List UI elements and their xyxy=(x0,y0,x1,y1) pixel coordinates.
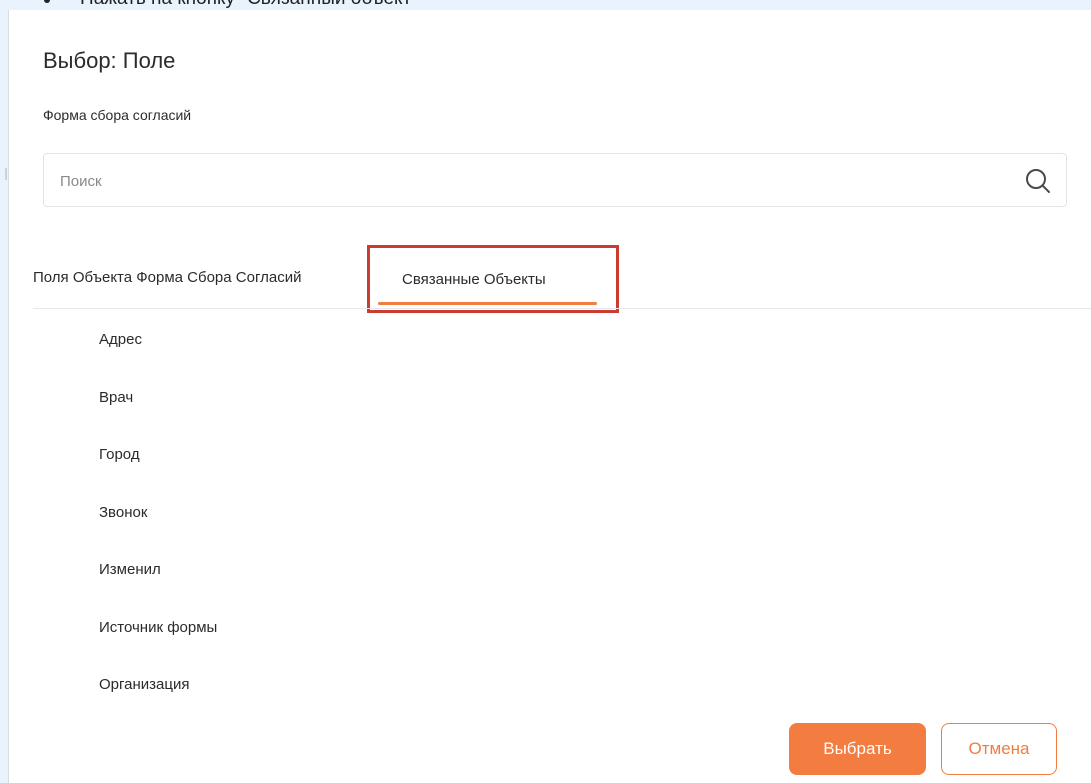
dialog-title: Выбор: Поле xyxy=(43,48,176,73)
list-item[interactable]: Адрес xyxy=(99,328,217,386)
search-box xyxy=(43,153,1067,208)
list-item[interactable]: Звонок xyxy=(99,501,217,559)
search-icon[interactable] xyxy=(1024,167,1052,195)
list-item[interactable]: Изменил xyxy=(99,558,217,616)
select-button[interactable]: Выбрать xyxy=(789,723,926,775)
field-selection-dialog: Выбор: Поле Форма сбора согласий Поля Об… xyxy=(8,10,1091,783)
list-item[interactable]: Организация xyxy=(99,673,217,731)
background-instruction-text: Нажать на кнопку "Связанный объект" xyxy=(80,0,418,10)
related-objects-list: Адрес Врач Город Звонок Изменил Источник… xyxy=(99,328,217,731)
tab-object-fields[interactable]: Поля Объекта Форма Сбора Согласий xyxy=(33,269,301,286)
cancel-button[interactable]: Отмена xyxy=(941,723,1057,775)
list-bullet xyxy=(44,0,50,3)
search-input[interactable] xyxy=(58,154,1002,208)
list-item[interactable]: Источник формы xyxy=(99,616,217,674)
active-tab-underline xyxy=(378,302,597,305)
tab-related-objects[interactable]: Связанные Объекты xyxy=(402,271,546,288)
background-document-edge xyxy=(0,10,8,783)
list-item[interactable]: Город xyxy=(99,443,217,501)
background-document-strip: Нажать на кнопку "Связанный объект" xyxy=(0,0,1091,10)
background-mark xyxy=(5,168,7,180)
dialog-subtitle: Форма сбора согласий xyxy=(43,107,192,123)
list-item[interactable]: Врач xyxy=(99,386,217,444)
tabs-divider xyxy=(33,308,1091,309)
